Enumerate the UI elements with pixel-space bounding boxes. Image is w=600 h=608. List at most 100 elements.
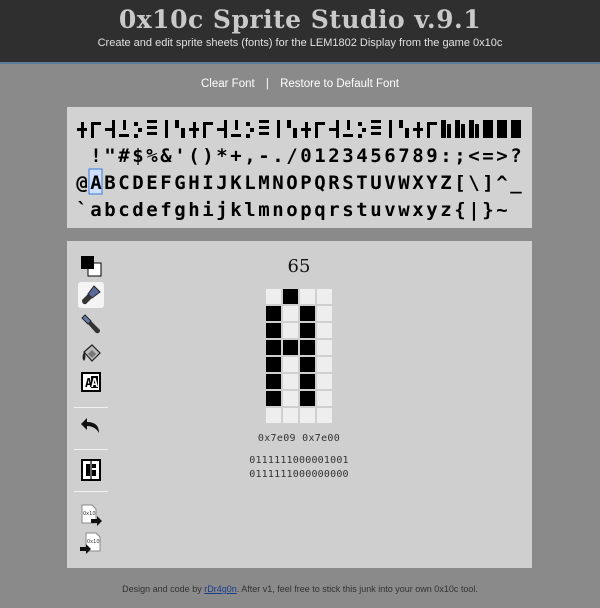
font-glyph: V [384,172,395,194]
font-glyph: J [216,172,227,194]
font-glyph: 0 [300,145,311,167]
pixel-cell[interactable] [316,305,333,322]
font-glyph: l [244,199,255,221]
char-code: 65 [287,256,311,277]
pixel-cell[interactable] [299,322,316,339]
pixel-cell[interactable] [299,373,316,390]
undo-button[interactable] [78,413,104,439]
pixel-cell[interactable] [282,390,299,407]
toolbar-divider [74,491,108,492]
pixel-cell[interactable] [265,373,282,390]
font-glyph: = [482,145,493,167]
font-actions: Clear Font | Restore to Default Font [0,78,600,90]
pixel-cell[interactable] [316,373,333,390]
pixel-cell[interactable] [265,339,282,356]
pixel-cell[interactable] [316,322,333,339]
restore-font-link[interactable]: Restore to Default Font [280,78,399,90]
erase-brush-button[interactable] [78,311,104,337]
font-glyph: g [174,199,185,221]
clear-font-link[interactable]: Clear Font [201,78,255,90]
toolbar-divider [74,407,108,408]
font-glyph: E [146,172,157,194]
pixel-cell[interactable] [265,356,282,373]
font-glyph [301,122,311,138]
font-glyph [246,122,254,138]
flip-icon [81,459,101,481]
font-glyph: U [370,172,381,194]
pixel-cell[interactable] [265,322,282,339]
font-glyph [399,120,409,138]
app-subtitle: Create and edit sprite sheets (fonts) fo… [97,37,503,49]
font-sheet[interactable]: ! " # $% & '() * +, -./0 1 2 3 4 5 6 7 8 9:; < = > ? @ A B C D E F G H… [75,114,523,222]
author-link[interactable]: rDr4g0n [204,584,237,594]
export-button[interactable]: 0x10 [78,503,104,529]
pixel-cell[interactable] [299,339,316,356]
pixel-cell[interactable] [316,407,333,424]
font-glyph: ~ [496,199,507,221]
font-glyph: K [230,172,242,194]
pixel-cell[interactable] [282,407,299,424]
pixel-cell[interactable] [316,390,333,407]
font-glyph: , [244,145,255,167]
font-glyph: c [118,199,129,221]
font-glyph: > [496,145,507,167]
import-button[interactable]: 0x10 [78,532,104,558]
font-glyph: $ [132,145,143,167]
font-glyph: Q [314,172,325,194]
pixel-editor-grid[interactable] [265,288,333,424]
font-glyph: T [356,172,367,194]
app-title: 0x10c Sprite Studio v.9.1 [118,5,482,34]
font-glyph: < [468,145,479,167]
hex-words: 0x7e09 0x7e00 [257,433,341,444]
font-glyph: r [328,199,339,221]
pixel-cell[interactable] [282,339,299,356]
export-icon: 0x10 [81,504,102,526]
pixel-cell[interactable] [316,356,333,373]
flip-button[interactable] [78,457,104,483]
pixel-cell[interactable] [282,356,299,373]
font-glyph: P [300,172,311,194]
color-swap-button[interactable] [78,253,104,279]
fill-bucket-icon [82,344,101,362]
pixel-cell[interactable] [299,305,316,322]
binary-word-1: 0111111000001001 [249,455,349,466]
font-glyph: 2 [328,145,339,167]
font-glyph: z [440,199,451,221]
pixel-cell[interactable] [316,288,333,305]
font-glyph: : [440,145,451,167]
pixel-cell[interactable] [316,339,333,356]
pixel-cell[interactable] [282,373,299,390]
font-glyph: ' [174,145,185,167]
font-glyph: _ [510,172,522,194]
font-glyph: ` [76,199,87,221]
pixel-cell[interactable] [282,288,299,305]
pixel-cell[interactable] [299,356,316,373]
pixel-cell[interactable] [282,322,299,339]
pixel-cell[interactable] [265,305,282,322]
pixel-cell[interactable] [299,288,316,305]
font-glyph: X [412,172,424,194]
footer: Design and code by rDr4g0n. After v1, fe… [0,584,600,594]
pixel-cell[interactable] [299,407,316,424]
font-glyph: ^ [496,172,507,194]
pixel-cell[interactable] [265,407,282,424]
font-glyph [165,120,168,138]
font-glyph [134,122,142,138]
paint-brush-button[interactable] [78,282,104,308]
font-glyph: 5 [370,145,381,167]
font-glyph: * [216,145,227,167]
invert-icon: A A [81,372,101,392]
font-glyph: d [132,199,143,221]
link-separator: | [265,78,269,90]
font-row-graphics [77,120,521,138]
color-swap-icon [81,256,102,277]
pixel-cell[interactable] [299,390,316,407]
pixel-cell[interactable] [282,305,299,322]
invert-button[interactable]: A A [78,369,104,395]
pixel-cell[interactable] [265,390,282,407]
font-glyph: @ [76,172,87,194]
font-glyph: v [384,199,395,221]
pixel-cell[interactable] [265,288,282,305]
fill-bucket-button[interactable] [78,340,104,366]
font-glyph: Z [440,172,451,194]
